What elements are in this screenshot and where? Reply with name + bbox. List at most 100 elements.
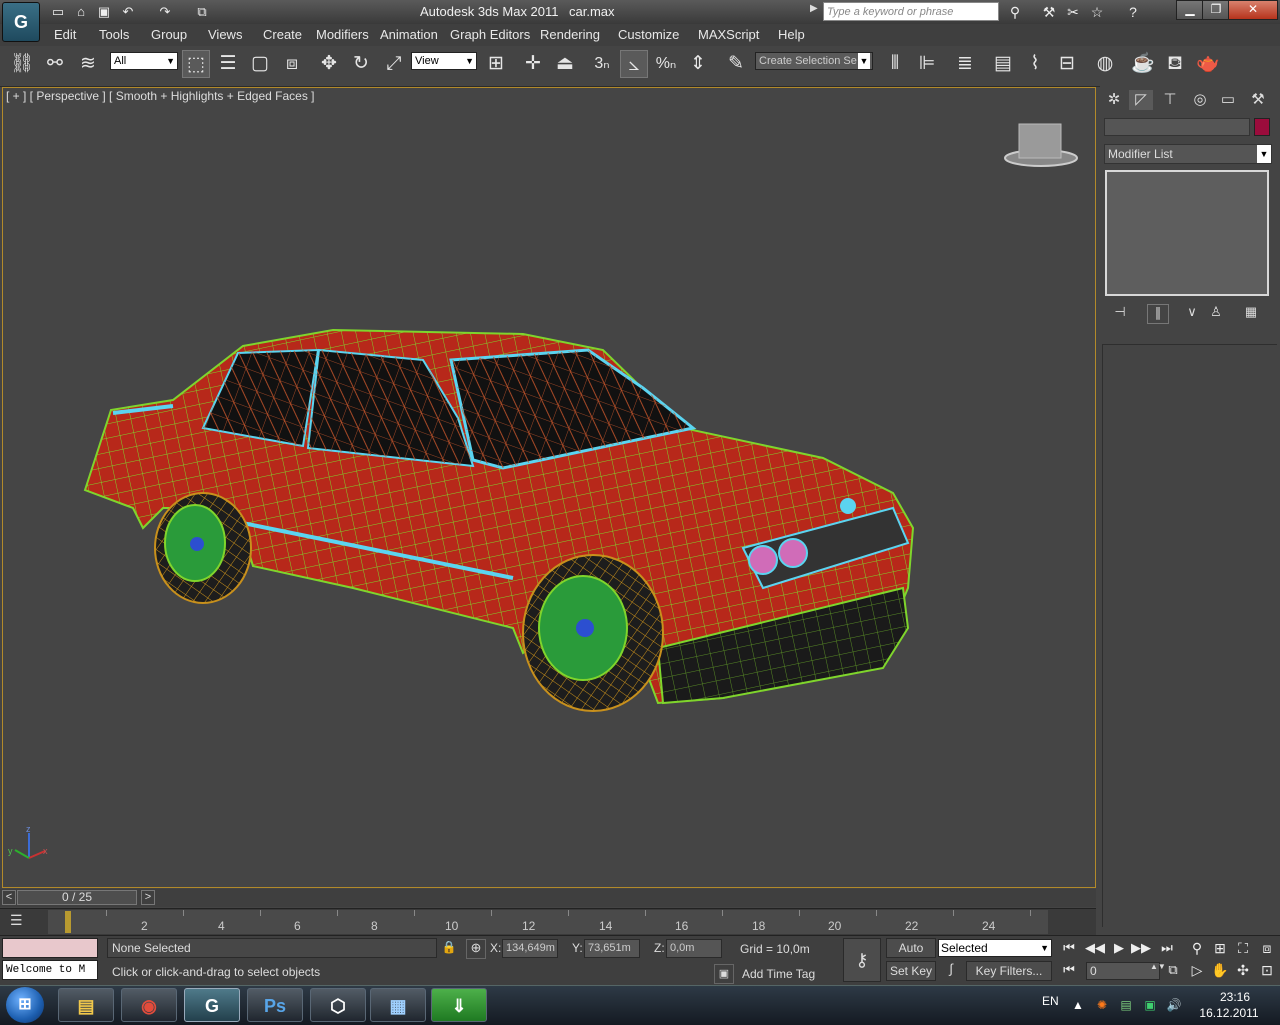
zoom-icon[interactable]: ⚲ (1186, 938, 1208, 958)
rectangular-selection-icon[interactable]: ▢ (246, 50, 274, 78)
time-tag-icon[interactable]: ▣ (714, 964, 734, 984)
default-tangents-icon[interactable]: ∫ (940, 961, 962, 981)
perspective-viewport[interactable] (2, 87, 1096, 888)
layer-manager-icon[interactable]: ≣ (951, 50, 979, 78)
create-tab-icon[interactable]: ✲ (1102, 90, 1126, 110)
time-slider[interactable] (0, 889, 1096, 907)
select-object-icon[interactable]: ⬚ (182, 50, 210, 78)
set-key-button[interactable]: Set Key (886, 961, 936, 981)
go-to-end-icon[interactable]: ⏭ (1156, 938, 1178, 958)
selection-lock-icon[interactable]: 🔒 (441, 940, 457, 956)
search-input[interactable]: Type a keyword or phrase (823, 2, 999, 21)
modifier-list-dropdown[interactable]: Modifier List ▼ (1104, 144, 1272, 164)
previous-key-icon[interactable]: ◀◀ (1084, 938, 1106, 958)
file-explorer-icon[interactable]: ▤ (58, 988, 114, 1022)
mirror-icon[interactable]: ⫴ (881, 50, 909, 78)
modifier-stack[interactable] (1105, 170, 1269, 296)
zoom-extents-icon[interactable]: ⛶ (1232, 938, 1254, 958)
select-by-name-icon[interactable]: ☰ (214, 50, 242, 78)
tray-monitor-icon[interactable]: ▣ (1142, 997, 1158, 1013)
field-of-view-icon[interactable]: ▷ (1186, 960, 1208, 980)
menu-views[interactable]: Views (208, 27, 242, 42)
x-coordinate-field[interactable]: 134,649m (502, 939, 558, 958)
display-tab-icon[interactable]: ▭ (1216, 90, 1240, 110)
menu-create[interactable]: Create (263, 27, 302, 42)
select-and-scale-icon[interactable]: ⤢ (380, 50, 408, 78)
select-and-move-icon[interactable]: ✥ (315, 50, 343, 78)
key-mode-toggle-icon[interactable]: ⏮ (1058, 960, 1080, 980)
binoculars-icon[interactable]: ⚲ (1004, 2, 1026, 22)
menu-modifiers[interactable]: Modifiers (316, 27, 369, 42)
orbit-icon[interactable]: ✣ (1232, 960, 1254, 980)
tray-app-icon[interactable]: ✺ (1094, 997, 1110, 1013)
unity-icon[interactable]: ⬡ (310, 988, 366, 1022)
3ds-max-taskbar-icon[interactable]: G (184, 988, 240, 1022)
current-frame-marker[interactable] (65, 911, 71, 933)
play-icon[interactable]: ▶ (1108, 938, 1130, 958)
menu-help[interactable]: Help (778, 27, 805, 42)
pan-view-icon[interactable]: ✋ (1209, 960, 1231, 980)
chrome-icon[interactable]: ◉ (121, 988, 177, 1022)
angle-snap-icon[interactable]: ⦣ (620, 50, 648, 78)
show-end-result-icon[interactable]: ∥ (1147, 304, 1169, 324)
zoom-extents-all-icon[interactable]: ⧈ (1256, 938, 1278, 958)
menu-rendering[interactable]: Rendering (540, 27, 600, 42)
menu-group[interactable]: Group (151, 27, 187, 42)
minimize-button[interactable]: ▁ (1176, 0, 1204, 20)
save-icon[interactable]: ▣ (94, 3, 114, 21)
viewcube-icon[interactable] (1018, 123, 1062, 159)
mini-curve-editor-icon[interactable]: ☰ (10, 912, 23, 929)
auto-key-button[interactable]: Auto Key (886, 938, 936, 973)
make-unique-icon[interactable]: ∨ (1182, 304, 1202, 322)
help-icon[interactable]: ? (1122, 2, 1144, 22)
percent-snap-icon[interactable]: %ₙ (652, 50, 680, 78)
key-mode-dropdown[interactable]: Selected ▼ (938, 939, 1052, 957)
frame-spinner-icon[interactable]: ▲▼ (1150, 962, 1166, 980)
bind-space-warp-icon[interactable]: ≋ (74, 50, 102, 78)
volume-icon[interactable]: 🔊 (1166, 997, 1182, 1013)
viewport-label[interactable]: [ + ] [ Perspective ] [ Smooth + Highlig… (6, 89, 315, 103)
maxscript-output[interactable]: Welcome to M (2, 960, 98, 980)
curve-editor-icon[interactable]: ⌇ (1021, 50, 1049, 78)
menu-animation[interactable]: Animation (380, 27, 438, 42)
reference-coord-dropdown[interactable]: View ▼ (411, 52, 477, 70)
time-configuration-icon[interactable]: ⧉ (1162, 960, 1184, 980)
window-crossing-icon[interactable]: ⧈ (278, 50, 306, 78)
download-manager-icon[interactable]: ⇓ (431, 988, 487, 1022)
render-production-icon[interactable]: 🫖 (1194, 50, 1222, 78)
redo-icon[interactable]: ↷ (155, 3, 175, 21)
time-slider-thumb[interactable]: 0 / 25 (17, 890, 137, 905)
clock-date[interactable]: 16.12.2011 (1198, 1006, 1260, 1020)
schematic-view-icon[interactable]: ⊟ (1053, 50, 1081, 78)
menu-tools[interactable]: Tools (99, 27, 129, 42)
menu-graph-editors[interactable]: Graph Editors (450, 27, 530, 42)
app-logo-button[interactable]: G (2, 2, 40, 42)
new-file-icon[interactable]: ▭ (48, 3, 68, 21)
open-file-icon[interactable]: ⌂ (71, 3, 91, 21)
snaps-toggle-icon[interactable]: 3ₙ (588, 50, 616, 78)
object-color-swatch[interactable] (1254, 118, 1270, 136)
select-and-rotate-icon[interactable]: ↻ (347, 50, 375, 78)
add-time-tag-button[interactable]: Add Time Tag (742, 967, 815, 981)
photoshop-icon[interactable]: Ps (247, 988, 303, 1022)
go-to-start-icon[interactable]: ⏮ (1058, 938, 1080, 958)
menu-maxscript[interactable]: MAXScript (698, 27, 759, 42)
set-key-icon[interactable]: ⚷ (843, 938, 881, 982)
search-expand-icon[interactable]: ▶ (810, 3, 818, 14)
tools-icon[interactable]: ⚒ (1038, 2, 1060, 22)
select-and-manipulate-icon[interactable]: ✛ (519, 50, 547, 78)
material-editor-icon[interactable]: ◍ (1091, 50, 1119, 78)
track-ruler[interactable] (48, 910, 1048, 934)
utilities-tab-icon[interactable]: ⚒ (1246, 90, 1270, 110)
maximize-button[interactable]: ❐ (1202, 0, 1230, 20)
menu-customize[interactable]: Customize (618, 27, 679, 42)
car-wireframe-model[interactable] (3, 88, 1095, 887)
remote-desktop-icon[interactable]: ▦ (370, 988, 426, 1022)
next-key-icon[interactable]: ▶▶ (1130, 938, 1152, 958)
tray-network-app-icon[interactable]: ▤ (1118, 997, 1134, 1013)
start-button[interactable]: ⊞ (6, 987, 44, 1023)
spinner-snap-icon[interactable]: ⇕ (684, 50, 712, 78)
remove-modifier-icon[interactable]: ♙ (1206, 304, 1226, 322)
next-frame-arrow[interactable]: > (141, 890, 155, 905)
hierarchy-tab-icon[interactable]: ⊤ (1158, 90, 1182, 110)
